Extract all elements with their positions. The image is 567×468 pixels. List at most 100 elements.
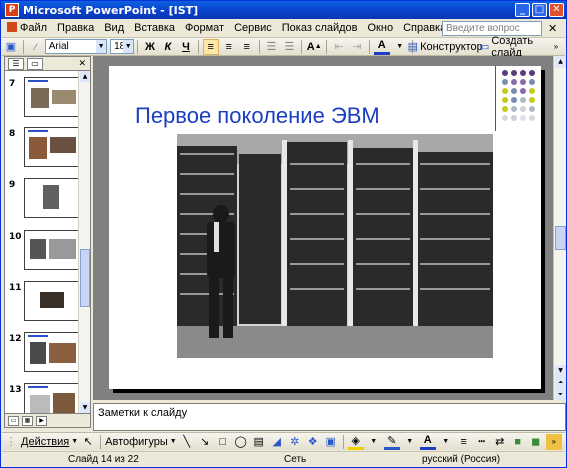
slide-scrollbar[interactable]: ▲ ▼ ⏶ ⏷: [553, 56, 566, 401]
toolbar-options-icon[interactable]: »: [545, 433, 562, 450]
chevron-down-icon[interactable]: ▼: [366, 434, 382, 450]
menu-format[interactable]: Формат: [180, 22, 229, 34]
align-left-icon[interactable]: ≡: [202, 38, 219, 55]
chevron-down-icon[interactable]: ▼: [438, 434, 454, 450]
shadow-icon[interactable]: ■: [510, 434, 526, 450]
decorative-dot: [502, 88, 508, 94]
decorative-dot: [511, 97, 517, 103]
align-center-icon[interactable]: ≡: [221, 39, 237, 55]
scroll-up-icon[interactable]: ▲: [555, 56, 566, 68]
textbox-tool-icon[interactable]: ▤: [251, 434, 267, 450]
slide-show-view-icon[interactable]: ▶: [36, 415, 47, 426]
decrease-indent-icon[interactable]: ⇤: [331, 39, 347, 55]
powerpoint-window: P Microsoft PowerPoint - [IST] _ □ ✕ Фай…: [0, 0, 567, 468]
slide-number: 7: [9, 79, 16, 89]
maximize-button[interactable]: □: [532, 3, 547, 17]
slide-thumbnail[interactable]: 10: [7, 230, 79, 278]
decorative-dot: [520, 106, 526, 112]
font-size-select[interactable]: 18 ▼: [110, 39, 135, 54]
scrollbar-thumb[interactable]: [555, 226, 566, 250]
powerpoint-app-icon[interactable]: P: [5, 3, 19, 17]
increase-font-icon[interactable]: A ▲: [306, 39, 322, 55]
window-title: Microsoft PowerPoint - [IST]: [23, 3, 199, 17]
bulleted-list-icon[interactable]: ☰: [281, 39, 297, 55]
close-document-icon[interactable]: ✕: [548, 22, 557, 35]
3d-style-icon[interactable]: ◼: [528, 434, 544, 450]
toolbar-options-icon[interactable]: »: [548, 39, 564, 55]
slides-tab-icon[interactable]: ▭: [27, 57, 43, 70]
slide-sorter-view-icon[interactable]: ▦: [22, 415, 33, 426]
scroll-down-icon[interactable]: ▼: [555, 365, 566, 377]
current-slide[interactable]: Первое поколение ЭВМ: [109, 66, 541, 389]
bold-button[interactable]: Ж: [142, 39, 158, 55]
decorative-line: [495, 66, 496, 131]
slide-thumbnail-image: [24, 281, 79, 321]
italic-button[interactable]: К: [160, 39, 176, 55]
slide-thumbnail[interactable]: 8: [7, 127, 79, 175]
slide-number: 9: [9, 180, 16, 190]
previous-slide-icon[interactable]: ⏶: [555, 377, 566, 389]
numbered-list-icon[interactable]: ☰: [263, 39, 279, 55]
slide-number: 12: [9, 334, 22, 344]
slide-thumbnail[interactable]: 11: [7, 281, 79, 329]
slide-thumbnail-image: [24, 178, 79, 218]
menu-view[interactable]: Вид: [99, 22, 129, 34]
designer-button[interactable]: ▤ Конструктор: [408, 39, 483, 55]
rectangle-tool-icon[interactable]: □: [215, 434, 231, 450]
font-name-select[interactable]: Arial ▼: [44, 39, 108, 54]
slide-thumbnail-image: [24, 332, 79, 372]
wordart-icon[interactable]: ◢: [269, 434, 285, 450]
close-pane-icon[interactable]: ✕: [78, 59, 86, 69]
slide-thumbnail[interactable]: 9: [7, 178, 79, 226]
arrow-style-icon[interactable]: ⇄: [492, 434, 508, 450]
increase-indent-icon[interactable]: ⇥: [349, 39, 365, 55]
eniac-computer-photo[interactable]: [177, 134, 493, 358]
document-icon: [7, 22, 17, 32]
scroll-down-icon[interactable]: ▼: [80, 402, 90, 413]
minimize-button[interactable]: _: [515, 3, 530, 17]
fill-color-icon[interactable]: ◈: [347, 434, 364, 450]
formatting-toolbar: ▣ ⁄ Arial ▼ 18 ▼ Ж К Ч ≡ ≡ ≡ ☰ ☰ A ▲ ⇤ ⇥ A …: [2, 35, 565, 59]
clipart-icon[interactable]: ❖: [305, 434, 321, 450]
chevron-down-icon[interactable]: ▼: [392, 39, 408, 55]
menu-edit[interactable]: Правка: [52, 22, 99, 34]
picture-icon[interactable]: ▣: [323, 434, 339, 450]
menu-file[interactable]: Файл: [2, 22, 52, 34]
scroll-up-icon[interactable]: ▲: [80, 71, 90, 82]
oval-tool-icon[interactable]: ◯: [233, 434, 249, 450]
status-bar: Слайд 14 из 22 Сеть русский (Россия): [2, 451, 565, 467]
dash-style-icon[interactable]: ┅: [474, 434, 490, 450]
font-color-icon[interactable]: A: [419, 434, 436, 450]
slides-pane-scrollbar[interactable]: ▲ ▼: [78, 71, 90, 413]
line-color-icon[interactable]: ✎: [383, 434, 400, 450]
new-slide-button[interactable]: ▭ Создать слайд: [479, 35, 546, 59]
close-window-button[interactable]: ✕: [549, 3, 564, 17]
view-buttons: ▭ ▦ ▶: [5, 413, 90, 427]
slide-thumbnail[interactable]: 12: [7, 332, 79, 380]
menu-slide-show[interactable]: Показ слайдов: [277, 22, 363, 34]
scrollbar-thumb[interactable]: [80, 249, 90, 307]
align-right-icon[interactable]: ≡: [239, 39, 255, 55]
underline-button[interactable]: Ч: [178, 39, 194, 55]
outline-tab-icon[interactable]: ☰: [8, 57, 24, 70]
slide-thumbnail[interactable]: 7: [7, 77, 79, 125]
select-pointer-icon[interactable]: ↖: [80, 434, 96, 450]
line-tool-icon[interactable]: ╲: [179, 434, 195, 450]
autoshapes-menu[interactable]: Автофигуры ▼: [105, 434, 177, 450]
actions-menu[interactable]: Действия ▼: [21, 434, 78, 450]
arrow-tool-icon[interactable]: ↘: [197, 434, 213, 450]
slide-title[interactable]: Первое поколение ЭВМ: [135, 103, 380, 129]
line-style-icon[interactable]: ≡: [456, 434, 472, 450]
computer-room-image: [177, 134, 493, 358]
menu-window[interactable]: Окно: [363, 22, 399, 34]
chevron-down-icon[interactable]: ▼: [402, 434, 418, 450]
notes-placeholder: Заметки к слайду: [98, 407, 188, 419]
decorative-dot: [502, 79, 508, 85]
font-color-button[interactable]: A: [373, 39, 390, 55]
diagram-icon[interactable]: ✲: [287, 434, 303, 450]
normal-view-icon[interactable]: ▭: [8, 415, 19, 426]
save-icon[interactable]: ▣: [3, 39, 19, 55]
menu-tools[interactable]: Сервис: [229, 22, 277, 34]
menu-insert[interactable]: Вставка: [129, 22, 180, 34]
notes-pane[interactable]: Заметки к слайду: [93, 403, 566, 431]
